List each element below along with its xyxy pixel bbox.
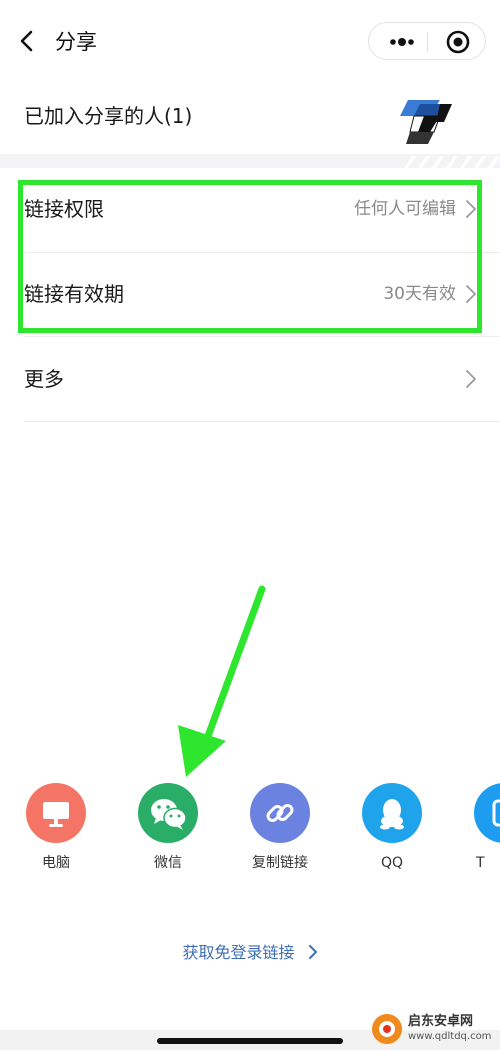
share-qq-circle	[362, 783, 422, 843]
chevron-right-icon	[466, 370, 476, 388]
watermark: 启东安卓网 www.qdltdq.com	[368, 1008, 500, 1050]
chevron-right-icon	[466, 285, 476, 303]
wechat-icon	[151, 799, 187, 830]
shared-people-label: 已加入分享的人(1)	[24, 104, 193, 128]
green-arrow-annotation	[178, 585, 266, 777]
link-permission-row[interactable]: 链接权限 任何人可编辑	[0, 168, 500, 252]
link-icon	[266, 804, 294, 822]
share-copy-link-circle	[250, 783, 310, 843]
link-validity-value: 30天有效	[383, 284, 456, 304]
nav-bar: 分享	[0, 0, 500, 82]
share-computer-circle	[26, 783, 86, 843]
share-qq-label: QQ	[380, 855, 404, 871]
record-circle-icon[interactable]	[441, 25, 475, 59]
chevron-right-icon	[466, 200, 476, 218]
share-copy-link-label: 复制链接	[252, 855, 308, 871]
share-tim[interactable]: T	[464, 783, 500, 878]
share-wechat-label: 微信	[154, 855, 182, 871]
watermark-logo-icon	[372, 1014, 402, 1044]
capsule-divider	[427, 32, 428, 52]
link-validity-label: 链接有效期	[24, 282, 124, 306]
decorative-stripes	[404, 156, 500, 168]
page-title: 分享	[55, 30, 97, 54]
share-tim-circle	[474, 783, 500, 843]
more-row[interactable]: 更多	[0, 338, 500, 422]
shared-people-row[interactable]: 已加入分享的人(1)	[0, 82, 500, 154]
get-login-free-link[interactable]: 获取免登录链接	[0, 938, 500, 968]
share-computer-label: 电脑	[42, 855, 70, 871]
share-qq[interactable]: QQ	[352, 783, 432, 878]
row-divider	[24, 421, 500, 422]
watermark-name: 启东安卓网	[408, 1014, 474, 1029]
home-indicator[interactable]	[157, 1038, 343, 1044]
mini-program-capsule	[368, 22, 486, 60]
link-permission-label: 链接权限	[24, 197, 104, 221]
monitor-icon	[43, 802, 69, 827]
more-dots-icon[interactable]	[383, 23, 421, 61]
share-wechat-circle	[138, 783, 198, 843]
row-divider	[24, 336, 500, 337]
share-copy-link[interactable]: 复制链接	[240, 783, 320, 878]
share-computer[interactable]: 电脑	[16, 783, 96, 878]
app-logo-avatar	[400, 100, 452, 144]
link-permission-value: 任何人可编辑	[354, 199, 456, 219]
tim-icon	[492, 799, 500, 827]
get-login-free-link-label: 获取免登录链接	[182, 943, 295, 962]
link-validity-row[interactable]: 链接有效期 30天有效	[0, 253, 500, 337]
watermark-url: www.qdltdq.com	[408, 1031, 492, 1042]
chevron-right-icon	[308, 945, 317, 959]
back-arrow-icon[interactable]	[14, 24, 42, 58]
qq-penguin-icon	[380, 799, 404, 830]
share-wechat[interactable]: 微信	[128, 783, 208, 878]
more-label: 更多	[24, 367, 64, 391]
share-tim-label: T	[476, 855, 485, 871]
